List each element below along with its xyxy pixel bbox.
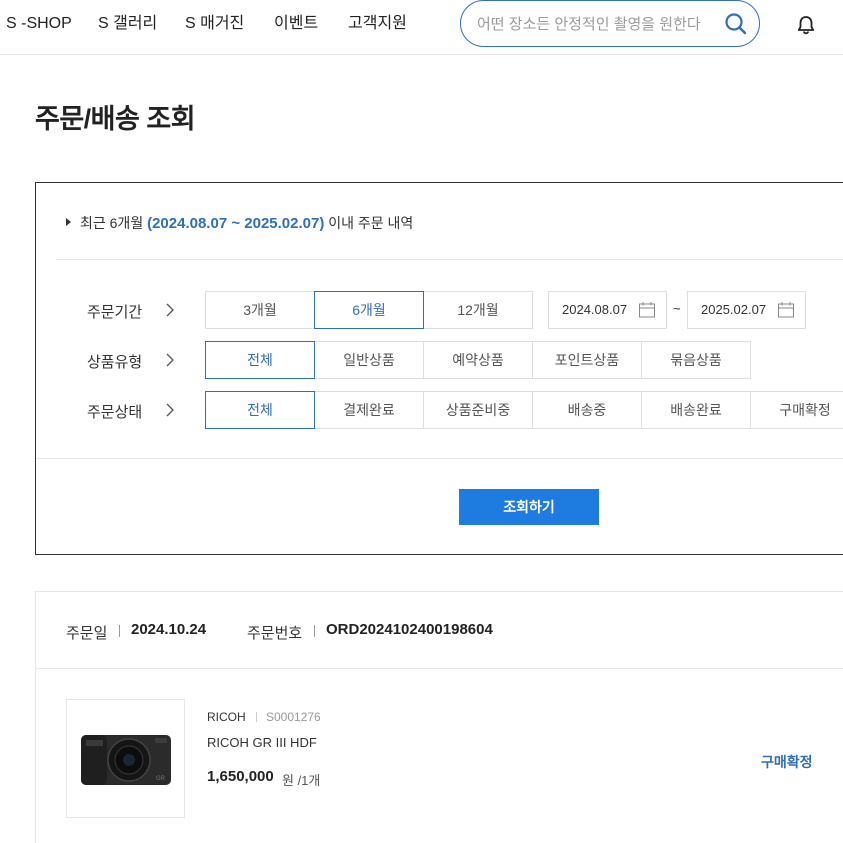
period-label: 주문기간 xyxy=(87,304,143,321)
chevron-right-icon xyxy=(166,403,174,417)
search-icon[interactable] xyxy=(723,11,749,37)
period-option-12m[interactable]: 12개월 xyxy=(423,291,533,329)
top-header: S -SHOP S 갤러리 S 매거진 이벤트 고객지원 xyxy=(0,0,843,55)
product-price: 1,650,000 xyxy=(207,768,274,785)
camera-image: GR xyxy=(81,735,171,785)
start-date-field[interactable]: 2024.08.07 xyxy=(548,291,667,329)
separator xyxy=(314,625,315,637)
separator xyxy=(256,712,257,722)
page-title: 주문/배송 조회 xyxy=(35,104,196,134)
separator xyxy=(119,625,120,637)
period-row: 주문기간 3개월 6개월 12개월 2024.08.07 ~ 2025.02.0… xyxy=(36,291,843,329)
nav-item-s-shop[interactable]: S -SHOP xyxy=(6,14,72,34)
bell-icon[interactable] xyxy=(795,14,817,36)
svg-text:GR: GR xyxy=(156,776,166,782)
order-date-label: 주문일 xyxy=(66,625,108,642)
product-name[interactable]: RICOH GR III HDF xyxy=(207,735,317,750)
start-date-value: 2024.08.07 xyxy=(562,302,628,317)
product-type-option-general[interactable]: 일반상품 xyxy=(314,341,424,379)
product-quantity: 원 /1개 xyxy=(282,773,321,788)
order-status-option-all[interactable]: 전체 xyxy=(205,391,315,429)
order-card: 주문일 2024.10.24 주문번호 ORD2024102400198604 … xyxy=(35,591,843,843)
nav-item-support[interactable]: 고객지원 xyxy=(348,14,407,34)
order-status-option-paid[interactable]: 결제완료 xyxy=(314,391,424,429)
end-date-field[interactable]: 2025.02.07 xyxy=(687,291,806,329)
nav-item-s-magazine[interactable]: S 매거진 xyxy=(185,14,244,34)
order-number-value[interactable]: ORD2024102400198604 xyxy=(326,621,493,638)
nav-item-event[interactable]: 이벤트 xyxy=(274,14,318,34)
product-thumbnail[interactable]: GR xyxy=(66,699,185,818)
divider xyxy=(36,458,843,459)
end-date-value: 2025.02.07 xyxy=(701,302,767,317)
divider xyxy=(56,259,843,260)
order-status-label: 주문상태 xyxy=(87,404,143,421)
period-note-prefix: 최근 6개월 xyxy=(80,215,144,231)
order-status-row: 주문상태 전체 결제완료 상품준비중 배송중 배송완료 구매확정 xyxy=(36,391,843,429)
chevron-right-icon xyxy=(166,303,174,317)
order-filter-panel: 최근 6개월 (2024.08.07 ~ 2025.02.07) 이내 주문 내… xyxy=(35,182,843,555)
period-note-suffix: 이내 주문 내역 xyxy=(328,215,414,231)
triangle-bullet-icon xyxy=(66,218,71,226)
order-status-option-confirmed[interactable]: 구매확정 xyxy=(750,391,843,429)
product-type-row: 상품유형 전체 일반상품 예약상품 포인트상품 묶음상품 xyxy=(36,341,843,379)
product-type-label: 상품유형 xyxy=(87,354,143,371)
calendar-icon[interactable] xyxy=(638,301,656,319)
search-box xyxy=(460,0,760,47)
order-status-option-delivered[interactable]: 배송완료 xyxy=(641,391,751,429)
order-number-label: 주문번호 xyxy=(247,625,303,642)
date-range-separator: ~ xyxy=(673,301,681,316)
order-status-option-preparing[interactable]: 상품준비중 xyxy=(423,391,533,429)
calendar-icon[interactable] xyxy=(777,301,795,319)
product-type-option-point[interactable]: 포인트상품 xyxy=(532,341,642,379)
order-status-badge: 구매확정 xyxy=(761,754,813,770)
order-date-value: 2024.10.24 xyxy=(131,621,207,638)
product-sku: S0001276 xyxy=(266,710,321,724)
order-header: 주문일 2024.10.24 주문번호 ORD2024102400198604 xyxy=(36,592,843,669)
nav-item-s-gallery[interactable]: S 갤러리 xyxy=(98,14,157,34)
order-status-option-shipping[interactable]: 배송중 xyxy=(532,391,642,429)
period-note: 최근 6개월 (2024.08.07 ~ 2025.02.07) 이내 주문 내… xyxy=(66,213,413,233)
period-option-6m[interactable]: 6개월 xyxy=(314,291,424,329)
product-brand: RICOH xyxy=(207,710,246,724)
product-type-option-reservation[interactable]: 예약상품 xyxy=(423,341,533,379)
product-type-option-bundle[interactable]: 묶음상품 xyxy=(641,341,751,379)
period-note-range: (2024.08.07 ~ 2025.02.07) xyxy=(147,215,325,232)
period-option-3m[interactable]: 3개월 xyxy=(205,291,315,329)
search-submit-button[interactable]: 조회하기 xyxy=(459,489,599,525)
chevron-right-icon xyxy=(166,353,174,367)
product-type-option-all[interactable]: 전체 xyxy=(205,341,315,379)
search-input[interactable] xyxy=(477,13,709,35)
